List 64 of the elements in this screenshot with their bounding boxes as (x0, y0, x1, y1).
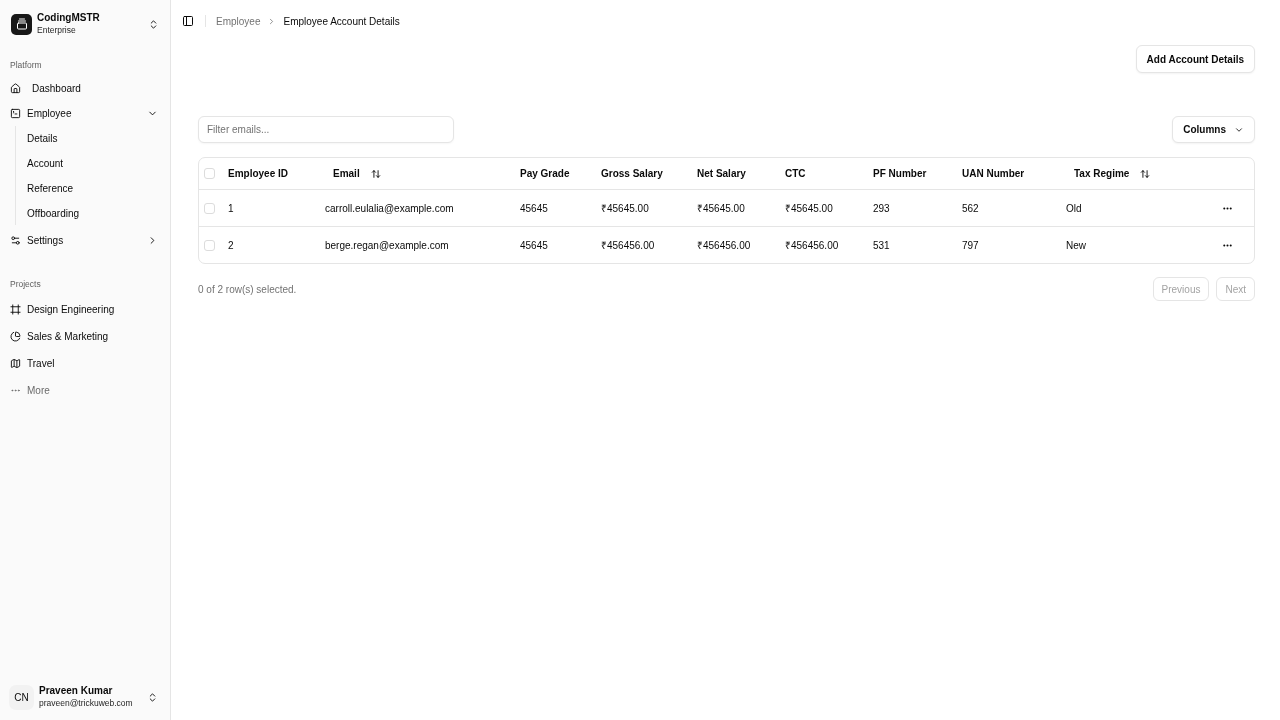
column-header: Pay Grade (520, 168, 570, 179)
team-switcher[interactable]: CodingMSTR Enterprise (8, 8, 162, 40)
sort-icon (1140, 168, 1151, 179)
column-header: Net Salary (697, 168, 746, 179)
nav-item[interactable]: Travel (8, 351, 162, 375)
nav-subitem[interactable]: Details (27, 126, 162, 150)
column-header: PF Number (873, 168, 927, 179)
frame-icon (10, 303, 21, 315)
table-cell: 293 (873, 202, 890, 214)
nav-item[interactable]: Sales & Marketing (8, 324, 162, 348)
table-cell: 45645 (520, 202, 548, 214)
table-cell: 2 (228, 239, 234, 251)
nav-subitem[interactable]: Offboarding (27, 201, 162, 225)
add-account-button[interactable]: Add Account Details (1135, 45, 1255, 73)
group-label: Projects (9, 278, 42, 291)
column-header: CTC (785, 168, 806, 179)
table-cell: 531 (873, 239, 890, 251)
nav-item[interactable]: Dashboard (8, 76, 162, 100)
chevrons-up-down-icon (148, 18, 159, 30)
column-header: Employee ID (228, 168, 289, 179)
column-header: Gross Salary (601, 168, 663, 179)
filter-input[interactable]: Filter emails... (198, 116, 454, 143)
table-cell-text: ₹45645.00 (785, 202, 833, 215)
terminal-icon (10, 107, 21, 119)
logo-icon (11, 13, 32, 35)
sliders-icon (10, 234, 21, 246)
table-cell: Old (1066, 202, 1082, 214)
panel-icon (182, 15, 194, 27)
breadcrumb-link[interactable]: Employee (216, 15, 261, 27)
sort-icon (370, 168, 381, 179)
home-icon (10, 82, 21, 94)
chevrons-up-down-icon (147, 691, 158, 703)
user-menu-button[interactable]: CN Praveen Kumar praveen@trickuweb.com (8, 682, 162, 712)
row-checkbox[interactable] (204, 239, 215, 251)
table-cell-text: ₹456456.00 (785, 239, 839, 252)
table-cell: New (1066, 239, 1086, 251)
selection-summary: 0 of 2 row(s) selected. (198, 283, 297, 295)
nav-item[interactable]: Settings (8, 228, 162, 252)
table-cell: 45645 (520, 239, 548, 251)
breadcrumb-page: Employee Account Details (283, 15, 400, 27)
row-checkbox[interactable] (204, 202, 215, 214)
group-label: Platform (9, 59, 43, 72)
table-cell-text: ₹45645.00 (601, 202, 649, 215)
nav-subitem[interactable]: Account (27, 151, 162, 175)
table-cell: carroll.eulalia@example.com (325, 202, 454, 214)
pie-chart-icon (10, 330, 21, 342)
column-header: UAN Number (962, 168, 1025, 179)
select-all-checkbox[interactable] (204, 168, 215, 179)
columns-button[interactable]: Columns (1172, 116, 1255, 143)
table-cell-text: ₹456456.00 (601, 239, 655, 252)
nav-item[interactable]: Employee (8, 101, 162, 125)
table-cell-text: ₹456456.00 (697, 239, 751, 252)
table-cell: 1 (228, 202, 234, 214)
column-sort-button[interactable]: Tax Regime (1066, 161, 1159, 186)
avatar: CN (9, 684, 34, 710)
nav-item[interactable]: More (8, 378, 162, 402)
table-cell-text: ₹45645.00 (697, 202, 745, 215)
nav-item[interactable]: Design Engineering (8, 297, 162, 321)
nav-subitem[interactable]: Reference (27, 176, 162, 200)
table-cell: 562 (962, 202, 979, 214)
column-sort-button[interactable]: Email (325, 161, 389, 186)
table-cell: 797 (962, 239, 979, 251)
table-cell: berge.regan@example.com (325, 239, 449, 251)
map-icon (10, 357, 21, 369)
